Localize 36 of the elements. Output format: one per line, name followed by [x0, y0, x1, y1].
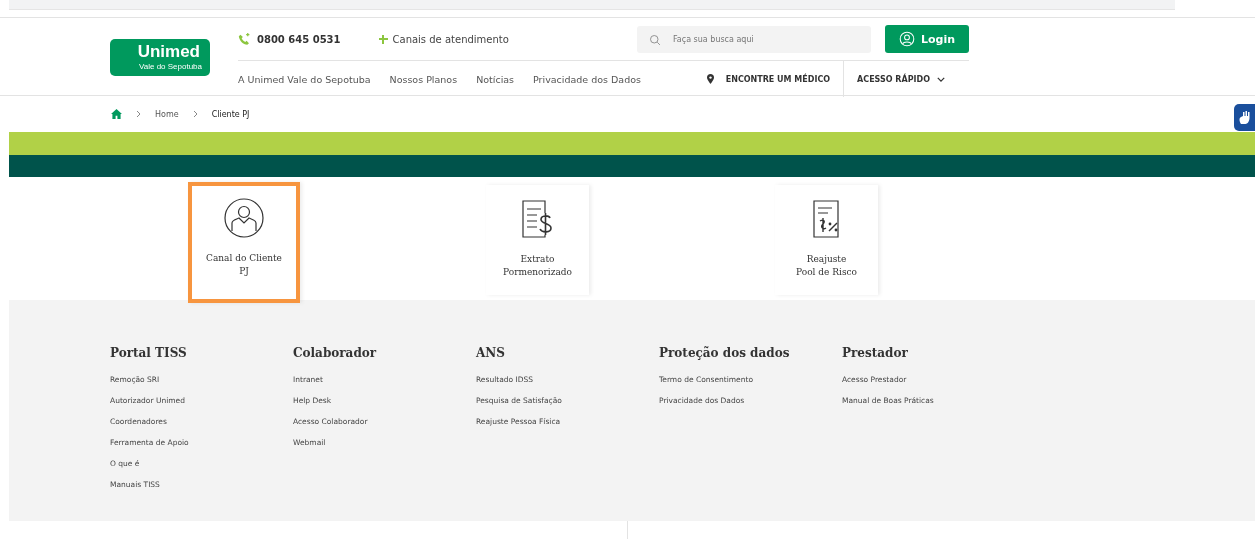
service-channels-link[interactable]: Canais de atendimento	[392, 33, 509, 45]
phone-icon	[238, 32, 251, 46]
nav-link[interactable]: A Unimed Vale do Sepotuba	[238, 73, 371, 85]
user-icon	[898, 31, 915, 47]
logo-subtitle: Vale do Sepotuba	[139, 62, 202, 71]
footer-heading: Proteção dos dados	[659, 346, 791, 360]
service-card[interactable]: Reajuste Pool de Risco	[775, 185, 878, 295]
card-label: Canal do Cliente PJ	[206, 252, 282, 278]
hand-sign-icon[interactable]	[1234, 104, 1255, 131]
footer-heading: Colaborador	[293, 346, 378, 360]
footer-heading: ANS	[476, 346, 506, 360]
home-icon[interactable]	[111, 109, 122, 119]
quick-access-menu[interactable]: ACESSO RÁPIDO	[857, 74, 930, 84]
card-label: Extrato Pormenorizado	[503, 253, 572, 279]
nav-link[interactable]: Nossos Planos	[389, 73, 458, 85]
chevron-right-icon	[136, 110, 141, 118]
breadcrumb-link[interactable]: Cliente PJ	[211, 109, 250, 119]
search-icon	[649, 33, 661, 46]
chevron-right-icon	[192, 110, 198, 118]
card-label: Reajuste Pool de Risco	[796, 253, 857, 279]
breadcrumb-link[interactable]: Home	[155, 109, 179, 119]
logo[interactable]: Unimed Vale do Sepotuba	[110, 39, 210, 76]
chevron-down-icon	[937, 76, 945, 82]
location-pin-icon	[706, 74, 714, 84]
login-button[interactable]: Login	[885, 25, 969, 53]
footer-heading: Portal TISS	[110, 346, 188, 360]
service-card[interactable]: Canal do Cliente PJ	[188, 182, 300, 303]
search-field[interactable]: Faça sua busca aqui	[637, 25, 871, 53]
find-doctor-link[interactable]: ENCONTRE UM MÉDICO	[725, 74, 831, 84]
service-card[interactable]: Extrato Pormenorizado	[486, 185, 589, 295]
footer-heading: Prestador	[842, 346, 909, 360]
phone-number[interactable]: 0800 645 0531	[257, 33, 341, 45]
nav-link[interactable]: Privacidade dos Dados	[533, 73, 641, 85]
logo-name: Unimed	[137, 42, 200, 62]
person-icon	[224, 198, 264, 238]
nav-link[interactable]: Notícias	[476, 73, 515, 85]
